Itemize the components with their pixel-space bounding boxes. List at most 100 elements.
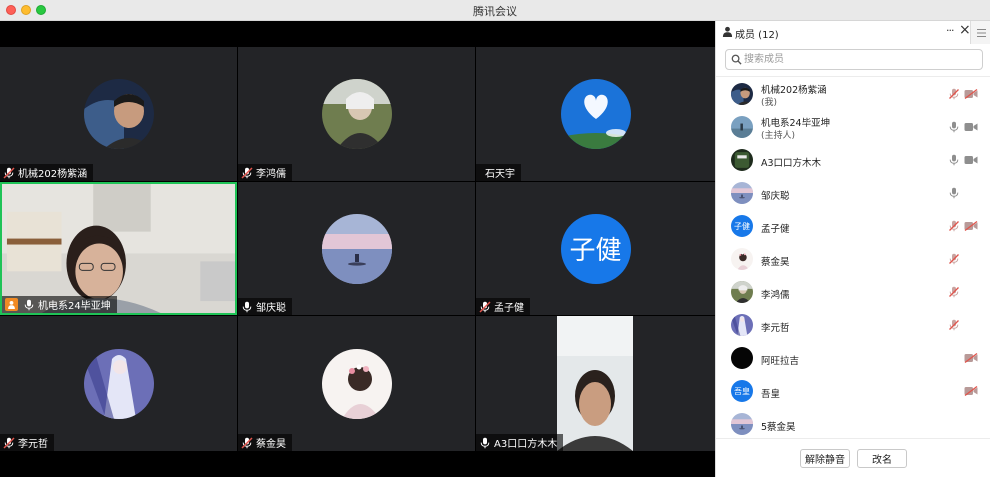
mic-muted-icon (241, 166, 253, 179)
member-name: 李鸿儒 (761, 290, 790, 301)
avatar (83, 348, 154, 419)
member-name: 机电系24毕亚坤 (761, 118, 831, 129)
member-avatar (731, 314, 753, 336)
member-search-input[interactable] (744, 50, 974, 69)
search-icon (731, 54, 742, 65)
avatar: 子健 (560, 213, 631, 284)
member-list: 机械202杨紫涵 (我) 机电系24毕亚坤 (主持人) A3口口方木木 邹庆聪子健 孟子健蔡… (716, 78, 990, 441)
participant-name: 机电系24毕亚坤 (38, 301, 111, 312)
member-name: 阿旺拉吉 (761, 356, 800, 367)
video-tile[interactable]: 石天宇 (476, 47, 715, 181)
participant-name-tag: A3口口方木木 (476, 434, 564, 451)
host-badge-icon (5, 298, 18, 311)
participant-name: 李元哲 (18, 439, 48, 450)
participant-name-tag: 机械202杨紫涵 (0, 164, 94, 181)
menu-icon (976, 28, 986, 37)
panel-menu-button[interactable] (970, 21, 990, 44)
divider (716, 76, 990, 77)
member-name: 机械202杨紫涵 (761, 85, 827, 96)
member-name: 吾皇 (761, 389, 781, 400)
rename-button[interactable]: 改名 (857, 449, 907, 468)
members-panel-title: 成员 (12) (735, 30, 779, 41)
member-avatar (731, 182, 753, 204)
member-row[interactable]: 5蔡金昊 (716, 408, 990, 441)
avatar (560, 79, 631, 149)
member-name: 5蔡金昊 (761, 422, 796, 433)
participant-name-tag: 孟子健 (476, 298, 530, 315)
close-panel-icon[interactable]: × (959, 22, 971, 38)
member-row[interactable]: 阿旺拉吉 (716, 342, 990, 375)
mic-icon (23, 299, 35, 311)
member-name: 孟子健 (761, 224, 790, 235)
mic-icon (241, 301, 253, 313)
mic-muted-icon (479, 300, 491, 313)
video-grid: 机械202杨紫涵 李鸿儒 石天宇机电系24毕亚坤 邹庆聪 子健孟子健李元哲 蔡金昊 A3口口… (0, 47, 715, 451)
participant-name: 石天宇 (485, 169, 515, 180)
video-tile[interactable]: 李鸿儒 (238, 47, 475, 181)
unmute-all-button[interactable]: 解除静音 (800, 449, 850, 468)
avatar (321, 348, 392, 419)
title-bar: 腾讯会议 (0, 0, 990, 21)
participant-name: 李鸿儒 (256, 169, 286, 180)
member-search-box[interactable] (725, 49, 983, 70)
video-area: 机械202杨紫涵 李鸿儒 石天宇机电系24毕亚坤 邹庆聪 子健孟子健李元哲 蔡金昊 A3口口… (0, 21, 715, 477)
member-avatar (731, 83, 753, 105)
members-panel-header: 成员 (12) ··· × (716, 21, 990, 44)
video-tile[interactable]: 子健孟子健 (476, 182, 715, 315)
participant-name-tag: 邹庆聪 (238, 298, 292, 315)
participant-name: 机械202杨紫涵 (18, 169, 88, 180)
video-tile[interactable]: 机电系24毕亚坤 (0, 182, 237, 315)
member-role: (主持人) (761, 131, 796, 141)
member-name: 邹庆聪 (761, 191, 790, 202)
participant-name: 邹庆聪 (256, 303, 286, 314)
video-tile[interactable]: 蔡金昊 (238, 316, 475, 451)
avatar (321, 79, 392, 149)
video-feed (2, 184, 235, 313)
member-avatar: 子健 (731, 215, 753, 237)
member-row[interactable]: 李鸿儒 (716, 276, 990, 309)
member-name: 李元哲 (761, 323, 790, 334)
participant-name-tag: 李鸿儒 (238, 164, 292, 181)
participant-name: A3口口方木木 (494, 439, 558, 450)
avatar (83, 79, 154, 149)
video-tile[interactable]: 李元哲 (0, 316, 237, 451)
member-avatar (731, 149, 753, 171)
member-avatar: 吾皇 (731, 380, 753, 402)
video-tile[interactable]: A3口口方木木 (476, 316, 715, 451)
participant-name-tag: 机电系24毕亚坤 (2, 296, 117, 313)
mic-muted-icon (241, 436, 253, 449)
member-name: 蔡金昊 (761, 257, 790, 268)
member-avatar (731, 413, 753, 435)
member-row[interactable]: 机械202杨紫涵 (我) (716, 78, 990, 111)
members-panel: 成员 (12) ··· × 机械202杨紫涵 (我) 机电系24毕亚坤 (主持人) A3… (715, 21, 990, 477)
member-row[interactable]: 蔡金昊 (716, 243, 990, 276)
video-tile[interactable]: 机械202杨紫涵 (0, 47, 237, 181)
participant-name: 蔡金昊 (256, 439, 286, 450)
member-row[interactable]: A3口口方木木 (716, 144, 990, 177)
member-avatar (731, 281, 753, 303)
avatar (321, 213, 392, 284)
member-avatar (731, 248, 753, 270)
participant-name-tag: 李元哲 (0, 434, 54, 451)
mic-muted-icon (3, 436, 15, 449)
video-feed (557, 316, 633, 451)
member-avatar (731, 347, 753, 369)
video-tile[interactable]: 邹庆聪 (238, 182, 475, 315)
member-row[interactable]: 子健 孟子健 (716, 210, 990, 243)
member-row[interactable]: 邹庆聪 (716, 177, 990, 210)
participant-name-tag: 蔡金昊 (238, 434, 292, 451)
participant-name-tag: 石天宇 (476, 164, 521, 181)
more-options-icon[interactable]: ··· (946, 24, 954, 37)
member-avatar (731, 116, 753, 138)
member-name: A3口口方木木 (761, 158, 822, 169)
member-row[interactable]: 吾皇 吾皇 (716, 375, 990, 408)
mic-muted-icon (3, 166, 15, 179)
person-icon (722, 26, 733, 37)
window-title: 腾讯会议 (473, 5, 517, 18)
member-row[interactable]: 李元哲 (716, 309, 990, 342)
member-row[interactable]: 机电系24毕亚坤 (主持人) (716, 111, 990, 144)
member-role: (我) (761, 98, 778, 108)
participant-name: 孟子健 (494, 303, 524, 314)
members-panel-footer: 解除静音 改名 (716, 438, 990, 477)
mic-icon (479, 437, 491, 449)
